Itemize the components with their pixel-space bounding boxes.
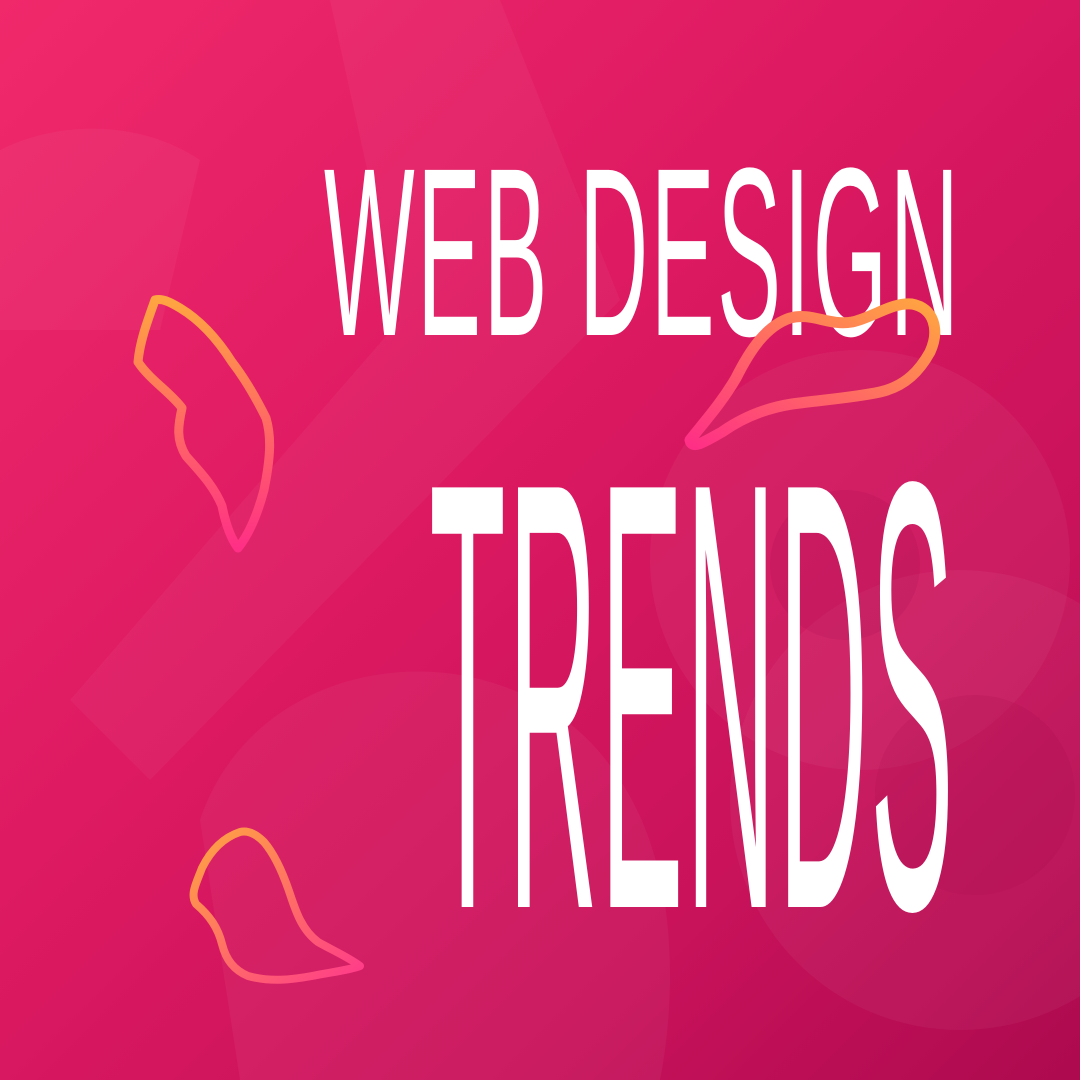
title-line-2: TRENDS (429, 356, 956, 1037)
poster: WEB DESIGN TRENDS (0, 0, 1080, 1080)
title-line-1: WEB DESIGN (324, 118, 962, 386)
bg-shape-one (0, 128, 200, 330)
